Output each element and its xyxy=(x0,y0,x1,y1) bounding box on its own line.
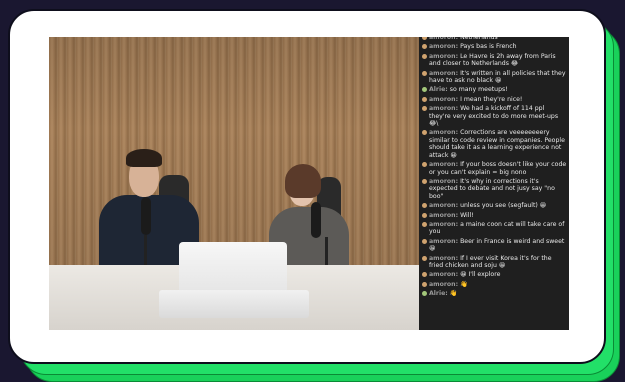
user-avatar-icon xyxy=(422,272,427,278)
chat-message-body: amoron: Corrections are veeeeeeeery simil… xyxy=(429,129,567,159)
chat-message: amoron: Corrections are veeeeeeeery simil… xyxy=(419,128,569,160)
user-avatar-icon xyxy=(422,96,427,102)
chat-username: amoron: xyxy=(429,161,459,169)
chat-message: amoron: 👋 xyxy=(419,280,569,289)
user-avatar-icon xyxy=(422,178,427,184)
chat-username: amoron: xyxy=(429,280,459,288)
chat-message: amoron: If I ever visit Korea it's for th… xyxy=(419,254,569,271)
chat-username: amoron: xyxy=(429,211,459,219)
chat-message: amoron: a maine coon cat will take care o… xyxy=(419,220,569,237)
user-avatar-icon xyxy=(422,281,427,287)
video-feed[interactable] xyxy=(49,37,419,330)
chat-username: amoron: xyxy=(429,220,459,228)
chat-message-body: amoron: unless you see (segfault) 😀 xyxy=(429,202,567,209)
user-avatar-icon xyxy=(422,106,427,112)
chat-text: I mean they're nice! xyxy=(460,95,523,103)
chat-username: amoron: xyxy=(429,202,459,210)
chat-username: amoron: xyxy=(429,254,459,262)
user-avatar-icon xyxy=(422,238,427,244)
chat-message-body: amoron: It's why in corrections it's expe… xyxy=(429,178,567,200)
user-avatar-icon xyxy=(422,70,427,76)
chat-username: Alrie: xyxy=(429,86,448,94)
chat-message: amoron: Beer in France is weird and sweet… xyxy=(419,237,569,254)
user-avatar-icon xyxy=(422,53,427,59)
chat-username: amoron: xyxy=(429,69,459,77)
live-chat-panel[interactable]: amoron: Netherlands amoron: Pays bas is Fre… xyxy=(419,37,569,330)
user-avatar-icon xyxy=(422,37,427,40)
chat-message-body: amoron: If your boss doesn't like your co… xyxy=(429,161,567,176)
chat-text: Netherlands xyxy=(460,37,498,41)
chat-message: amoron: Pays bas is French xyxy=(419,42,569,51)
chat-text: 😀 I'll explore xyxy=(460,271,501,279)
chat-message: Alrie: so many meetups! xyxy=(419,85,569,94)
chat-message-body: amoron: It's written in all policies that… xyxy=(429,70,567,85)
chat-username: amoron: xyxy=(429,37,459,41)
user-avatar-icon xyxy=(422,255,427,261)
chat-message: amoron: unless you see (segfault) 😀 xyxy=(419,201,569,210)
chat-message-body: amoron: I mean they're nice! xyxy=(429,96,567,103)
chat-username: amoron: xyxy=(429,237,459,245)
chat-message-body: amoron: If I ever visit Korea it's for th… xyxy=(429,255,567,270)
user-avatar-icon xyxy=(422,221,427,227)
chat-message: amoron: Will! xyxy=(419,211,569,220)
chat-message: amoron: 😀 I'll explore xyxy=(419,270,569,279)
chat-text: Pays bas is French xyxy=(460,43,517,51)
user-avatar-icon xyxy=(422,203,427,209)
chat-text: 👋 xyxy=(460,280,468,288)
chat-username: amoron: xyxy=(429,95,459,103)
laptop-stand-box xyxy=(159,290,309,318)
laptop-icon xyxy=(179,242,287,297)
chat-text: so many meetups! xyxy=(449,86,508,94)
user-avatar-icon-alt xyxy=(422,291,427,297)
user-avatar-icon xyxy=(422,212,427,218)
chat-message: amoron: It's written in all policies that… xyxy=(419,69,569,86)
user-avatar-icon xyxy=(422,162,427,168)
chat-message: amoron: I mean they're nice! xyxy=(419,95,569,104)
user-avatar-icon xyxy=(422,130,427,136)
chat-username: amoron: xyxy=(429,129,459,137)
chat-username: amoron: xyxy=(429,177,459,185)
chat-message-body: Alrie: 👋 xyxy=(429,290,567,297)
chat-message: amoron: It's why in corrections it's expe… xyxy=(419,177,569,201)
chat-message: Alrie: 👋 xyxy=(419,289,569,298)
chat-text: Will! xyxy=(460,211,474,219)
chat-username: amoron: xyxy=(429,43,459,51)
chat-message: amoron: Le Havre is 2h away from Paris an… xyxy=(419,52,569,69)
chat-message: amoron: If your boss doesn't like your co… xyxy=(419,160,569,177)
chat-message-body: amoron: Beer in France is weird and sweet… xyxy=(429,238,567,253)
user-avatar-icon xyxy=(422,44,427,50)
chat-username: amoron: xyxy=(429,271,459,279)
chat-text: unless you see (segfault) 😀 xyxy=(460,202,547,210)
user-avatar-icon-alt xyxy=(422,87,427,93)
chat-message: amoron: We had a kickoff of 114 ppl they'… xyxy=(419,104,569,128)
chat-username: amoron: xyxy=(429,105,459,113)
microphone-left-icon xyxy=(141,197,151,235)
chat-username: amoron: xyxy=(429,52,459,60)
chat-message-body: amoron: Le Havre is 2h away from Paris an… xyxy=(429,53,567,68)
microphone-right-icon xyxy=(311,202,321,238)
chat-text: 👋 xyxy=(449,290,458,298)
chat-message-body: amoron: a maine coon cat will take care o… xyxy=(429,221,567,236)
chat-username: Alrie: xyxy=(429,290,448,298)
chat-message-body: Alrie: so many meetups! xyxy=(429,86,567,93)
chat-message-body: amoron: Netherlands xyxy=(429,37,567,41)
chat-message-body: amoron: Will! xyxy=(429,212,567,219)
chat-message-body: amoron: We had a kickoff of 114 ppl they'… xyxy=(429,105,567,127)
chat-message-body: amoron: Pays bas is French xyxy=(429,43,567,50)
chat-message-body: amoron: 😀 I'll explore xyxy=(429,271,567,278)
chat-message-body: amoron: 👋 xyxy=(429,281,567,288)
